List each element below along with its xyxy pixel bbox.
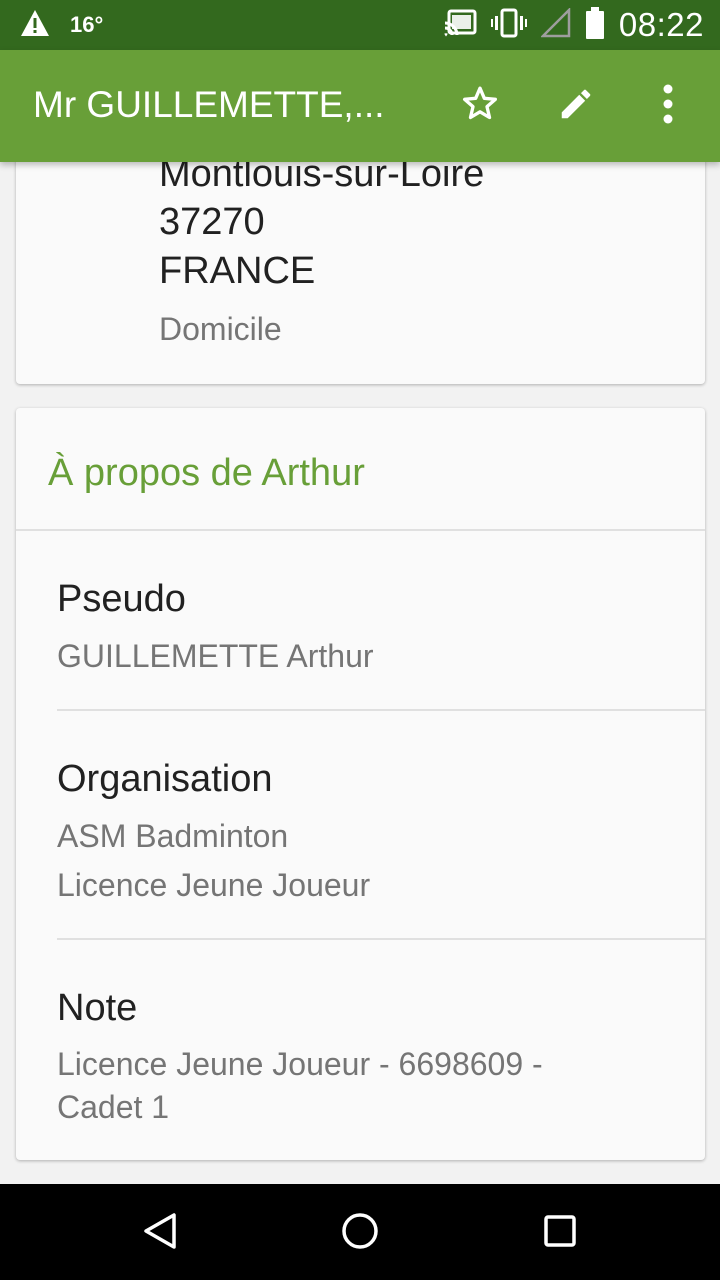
- recents-button[interactable]: [535, 1208, 585, 1258]
- about-section-title: À propos de Arthur: [48, 452, 365, 494]
- back-button[interactable]: [135, 1208, 185, 1258]
- note-line-2: Cadet 1: [57, 1089, 170, 1125]
- app-bar: Mr GUILLEMETTE,...: [0, 50, 720, 162]
- temperature-text: 16°: [70, 12, 104, 37]
- row-divider: [57, 709, 705, 711]
- note-label: Note: [57, 987, 138, 1029]
- about-card: À propos de Arthur Pseudo GUILLEMETTE Ar…: [16, 408, 705, 1160]
- battery-icon: [585, 6, 605, 44]
- signal-icon: [539, 6, 571, 43]
- address-postal-code: 37270: [159, 201, 265, 243]
- pseudo-label: Pseudo: [57, 578, 186, 620]
- row-divider: [57, 938, 705, 940]
- back-icon: [140, 1211, 180, 1256]
- more-options-button[interactable]: [640, 78, 696, 134]
- section-divider: [16, 529, 705, 531]
- organisation-name: ASM Badminton: [57, 818, 289, 854]
- star-icon: [460, 84, 500, 129]
- pseudo-value: GUILLEMETTE Arthur: [57, 638, 374, 674]
- contact-details-scroll[interactable]: Montlouis-sur-Loire 37270 FRANCE Domicil…: [0, 50, 720, 1184]
- contact-title: Mr GUILLEMETTE,...: [33, 84, 385, 125]
- navigation-bar: [0, 1184, 720, 1280]
- organisation-label: Organisation: [57, 758, 273, 800]
- organisation-title: Licence Jeune Joueur: [57, 867, 371, 903]
- note-line-1: Licence Jeune Joueur - 6698609 -: [57, 1046, 543, 1082]
- home-icon: [340, 1211, 380, 1256]
- edit-icon: [557, 85, 595, 128]
- clock: 08:22: [618, 6, 704, 43]
- address-type: Domicile: [159, 311, 282, 347]
- status-bar: 16° 08:22: [0, 0, 720, 50]
- home-button[interactable]: [335, 1208, 385, 1258]
- address-country: FRANCE: [159, 250, 316, 292]
- vibrate-icon: [490, 8, 527, 43]
- recents-icon: [540, 1211, 580, 1256]
- cast-icon: [443, 9, 477, 42]
- warning-icon: [20, 9, 50, 42]
- more-vert-icon: [662, 84, 674, 129]
- edit-button[interactable]: [548, 78, 604, 134]
- favorite-button[interactable]: [452, 78, 508, 134]
